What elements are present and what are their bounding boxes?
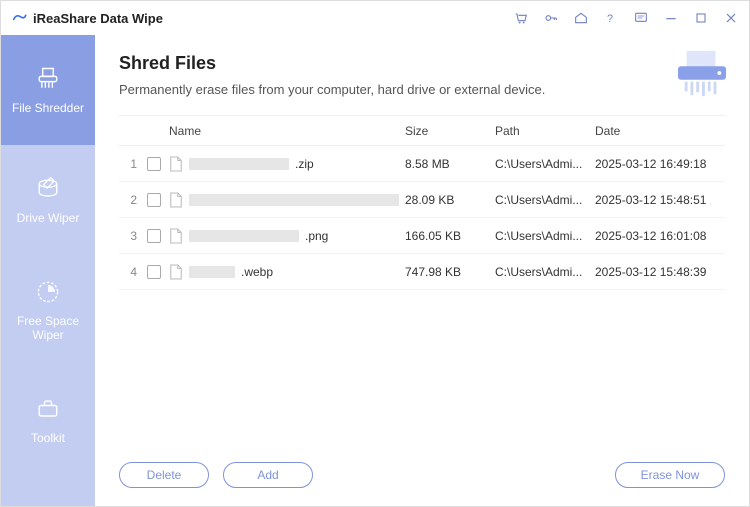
row-date: 2025-03-12 15:48:39 — [595, 265, 725, 279]
sidebar-item-label: File Shredder — [12, 101, 84, 115]
app-title: iReaShare Data Wipe — [33, 11, 163, 26]
sidebar-item-label: Toolkit — [31, 431, 65, 445]
sidebar-item-file-shredder[interactable]: File Shredder — [1, 35, 95, 145]
row-size: 8.58 MB — [405, 157, 495, 171]
row-path: C:\Users\Admi... — [495, 265, 595, 279]
sidebar-item-toolkit[interactable]: Toolkit — [1, 365, 95, 475]
page-title: Shred Files — [119, 53, 725, 74]
file-suffix: .zip — [295, 157, 314, 171]
file-icon — [169, 156, 183, 172]
file-suffix: .png — [305, 229, 328, 243]
add-button[interactable]: Add — [223, 462, 313, 488]
sidebar: File Shredder Drive Wiper Free Space Wip… — [1, 35, 95, 506]
row-index: 1 — [119, 157, 143, 171]
main-panel: Shred Files Permanently erase files from… — [95, 35, 749, 506]
footer-actions: Delete Add Erase Now — [119, 448, 725, 492]
row-path: C:\Users\Admi... — [495, 229, 595, 243]
row-date: 2025-03-12 16:01:08 — [595, 229, 725, 243]
file-icon — [169, 264, 183, 280]
toolkit-icon — [34, 395, 62, 423]
row-name: .zip — [165, 156, 405, 172]
row-size: 166.05 KB — [405, 229, 495, 243]
cart-icon[interactable] — [513, 10, 529, 26]
table-row[interactable]: 2 28.09 KBC:\Users\Admi...2025-03-12 15:4… — [119, 182, 725, 218]
table-row[interactable]: 1 .zip 8.58 MBC:\Users\Admi...2025-03-12 1… — [119, 146, 725, 182]
redacted-name — [189, 158, 289, 170]
row-name — [165, 192, 405, 208]
sidebar-item-free-space-wiper[interactable]: Free Space Wiper — [1, 255, 95, 365]
svg-text:?: ? — [607, 13, 613, 25]
row-checkbox[interactable] — [147, 157, 161, 171]
erase-now-button[interactable]: Erase Now — [615, 462, 725, 488]
row-checkbox[interactable] — [147, 193, 161, 207]
file-table: Name Size Path Date 1.zip8.58 MBC:\Users… — [119, 115, 725, 448]
row-index: 3 — [119, 229, 143, 243]
home-icon[interactable] — [573, 10, 589, 26]
sidebar-item-label: Free Space Wiper — [1, 314, 95, 342]
close-icon[interactable] — [723, 10, 739, 26]
feedback-icon[interactable] — [633, 10, 649, 26]
col-path[interactable]: Path — [495, 124, 595, 138]
sidebar-item-label: Drive Wiper — [17, 211, 80, 225]
row-name: .png — [165, 228, 405, 244]
maximize-icon[interactable] — [693, 10, 709, 26]
col-name[interactable]: Name — [165, 124, 405, 138]
key-icon[interactable] — [543, 10, 559, 26]
drive-wiper-icon — [34, 175, 62, 203]
row-name: .webp — [165, 264, 405, 280]
window-controls: ? — [513, 10, 739, 26]
title-bar: iReaShare Data Wipe ? — [1, 1, 749, 35]
col-date[interactable]: Date — [595, 124, 725, 138]
free-space-wiper-icon — [34, 278, 62, 306]
row-date: 2025-03-12 15:48:51 — [595, 193, 725, 207]
brand-icon — [11, 10, 27, 26]
file-icon — [169, 192, 183, 208]
row-path: C:\Users\Admi... — [495, 157, 595, 171]
row-size: 747.98 KB — [405, 265, 495, 279]
row-checkbox[interactable] — [147, 229, 161, 243]
file-shredder-icon — [34, 65, 62, 93]
table-row[interactable]: 3 .png 166.05 KBC:\Users\Admi...2025-03-12… — [119, 218, 725, 254]
file-suffix: .webp — [241, 265, 273, 279]
sidebar-item-drive-wiper[interactable]: Drive Wiper — [1, 145, 95, 255]
file-icon — [169, 228, 183, 244]
shredder-illustration — [673, 49, 731, 99]
col-size[interactable]: Size — [405, 124, 495, 138]
row-size: 28.09 KB — [405, 193, 495, 207]
row-index: 2 — [119, 193, 143, 207]
row-checkbox[interactable] — [147, 265, 161, 279]
row-date: 2025-03-12 16:49:18 — [595, 157, 725, 171]
redacted-name — [189, 194, 399, 206]
redacted-name — [189, 266, 235, 278]
table-header: Name Size Path Date — [119, 116, 725, 146]
row-path: C:\Users\Admi... — [495, 193, 595, 207]
table-row[interactable]: 4 .webp 747.98 KBC:\Users\Admi...2025-03-1… — [119, 254, 725, 290]
minimize-icon[interactable] — [663, 10, 679, 26]
help-icon[interactable]: ? — [603, 10, 619, 26]
brand: iReaShare Data Wipe — [11, 10, 163, 26]
row-index: 4 — [119, 265, 143, 279]
redacted-name — [189, 230, 299, 242]
page-subtitle: Permanently erase files from your comput… — [119, 82, 725, 97]
delete-button[interactable]: Delete — [119, 462, 209, 488]
